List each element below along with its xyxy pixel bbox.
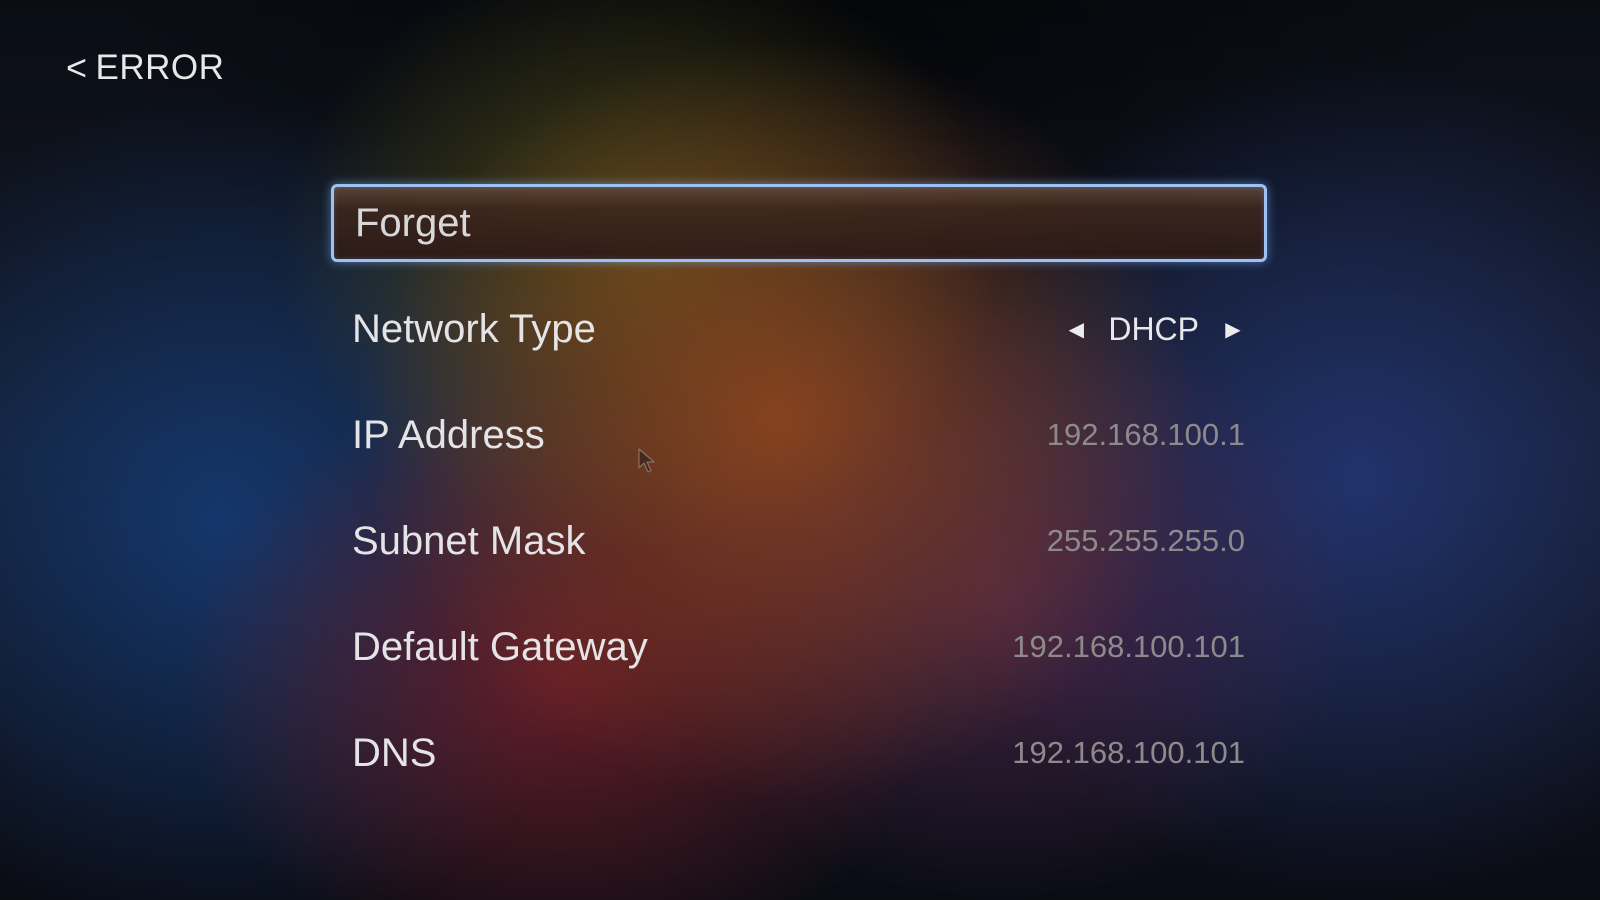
network-type-row[interactable]: Network Type ◀ DHCP ▶ [331, 290, 1267, 368]
network-settings-menu: Forget Network Type ◀ DHCP ▶ IP Address … [331, 184, 1267, 820]
triangle-right-icon[interactable]: ▶ [1221, 317, 1245, 342]
forget-button[interactable]: Forget [331, 184, 1267, 262]
back-button[interactable]: < ERROR [66, 48, 224, 88]
triangle-left-icon[interactable]: ◀ [1064, 317, 1088, 342]
default-gateway-value: 192.168.100.101 [1012, 629, 1245, 664]
forget-label: Forget [355, 200, 471, 245]
page-title: ERROR [95, 48, 225, 87]
network-type-label: Network Type [352, 306, 596, 351]
network-settings-screen: < ERROR Forget Network Type ◀ DHCP ▶ IP … [0, 0, 1600, 900]
ip-address-value: 192.168.100.1 [1046, 417, 1245, 452]
subnet-mask-row[interactable]: Subnet Mask 255.255.255.0 [331, 502, 1267, 580]
dns-label: DNS [352, 730, 437, 775]
chevron-left-icon: < [66, 47, 88, 88]
default-gateway-label: Default Gateway [352, 624, 648, 669]
network-type-value: DHCP [1108, 310, 1199, 347]
subnet-mask-value: 255.255.255.0 [1046, 523, 1245, 558]
ip-address-label: IP Address [352, 412, 545, 457]
ip-address-row[interactable]: IP Address 192.168.100.1 [331, 396, 1267, 474]
dns-value: 192.168.100.101 [1012, 735, 1245, 770]
subnet-mask-label: Subnet Mask [352, 518, 586, 563]
default-gateway-row[interactable]: Default Gateway 192.168.100.101 [331, 608, 1267, 686]
mouse-pointer-icon [638, 448, 655, 473]
dns-row[interactable]: DNS 192.168.100.101 [331, 714, 1267, 792]
network-type-picker[interactable]: ◀ DHCP ▶ [1064, 311, 1245, 348]
